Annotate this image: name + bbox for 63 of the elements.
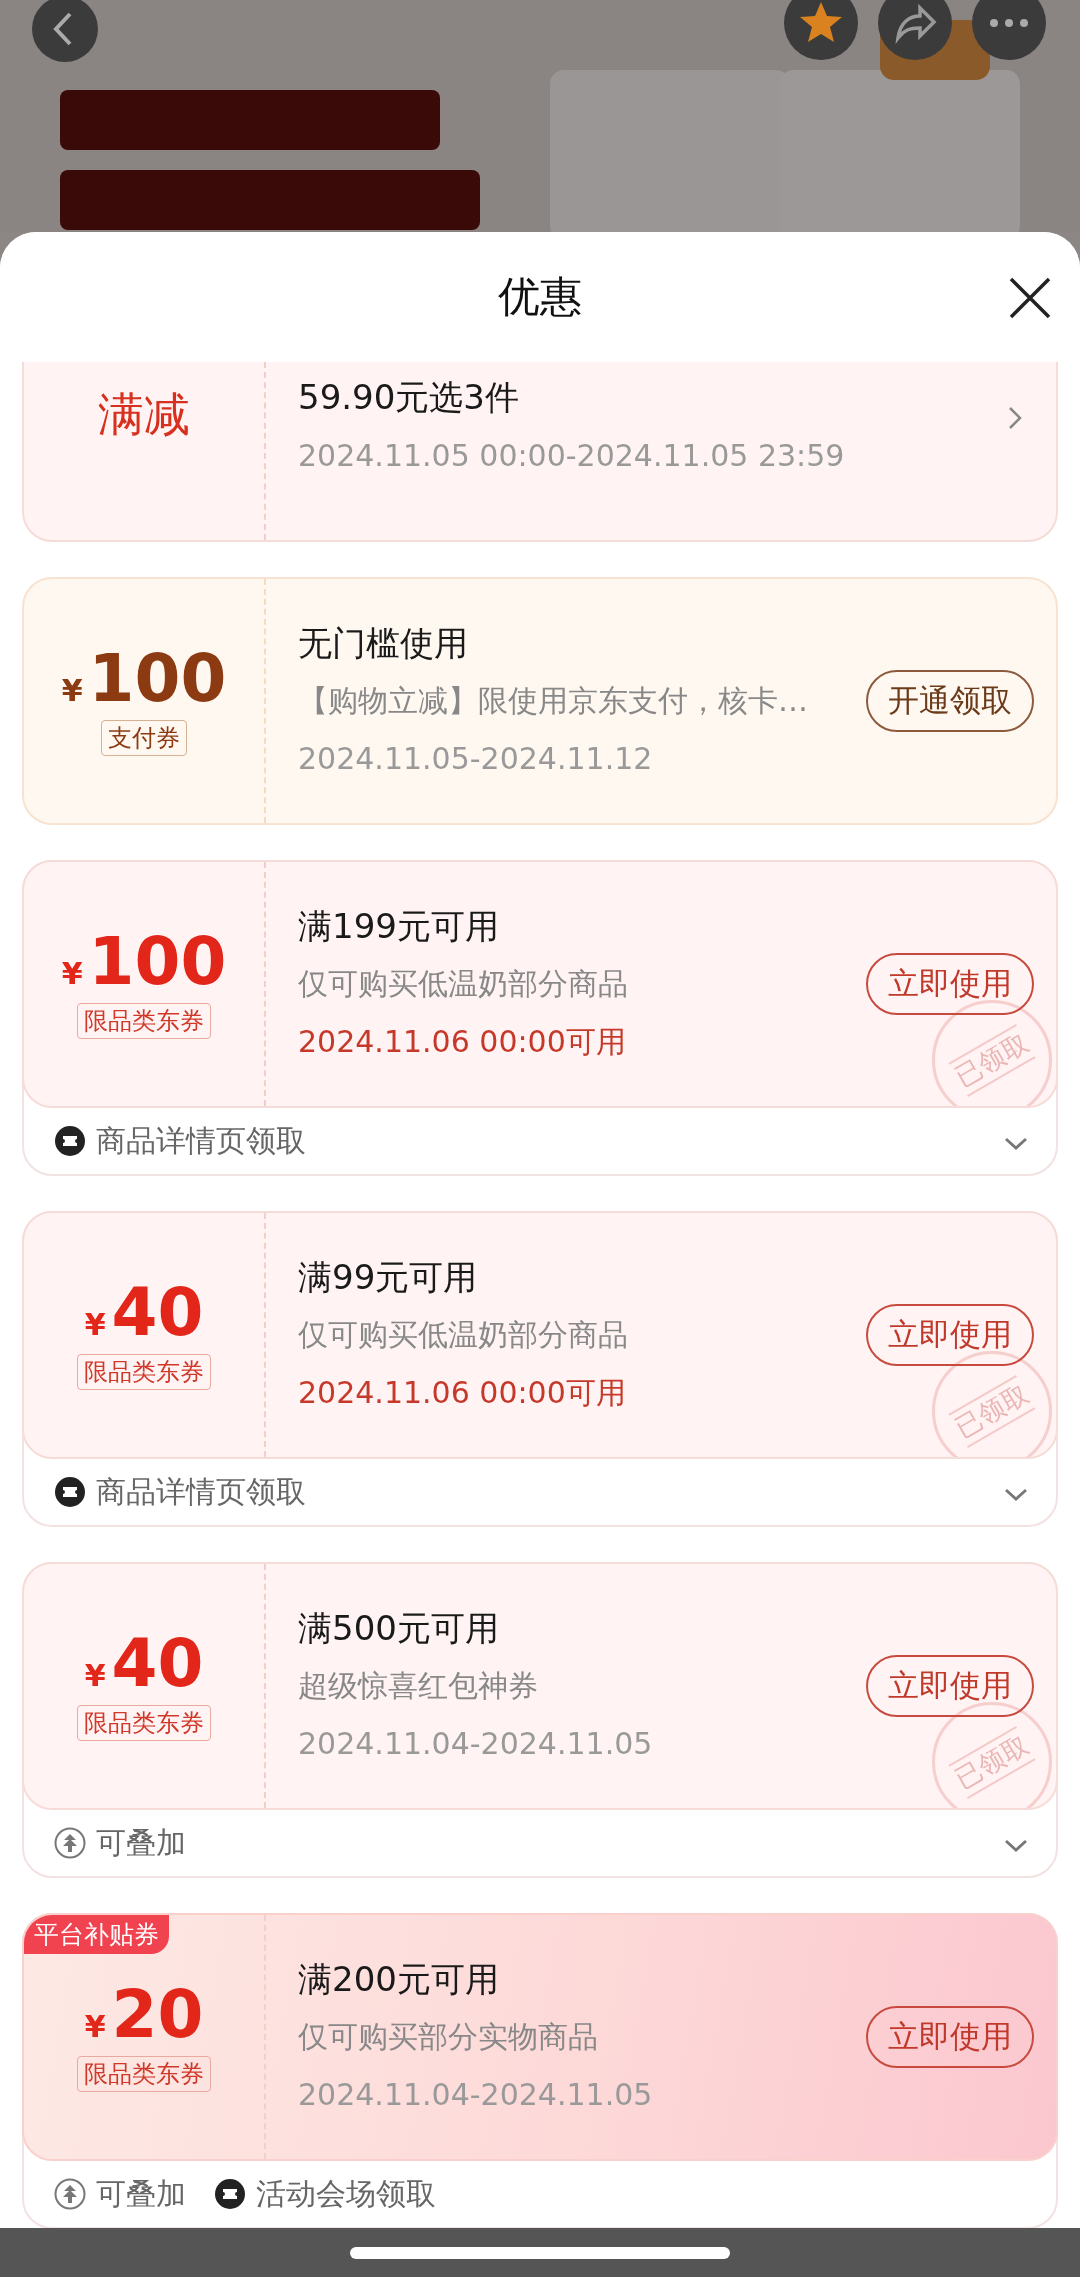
coupon-amount: 40 bbox=[111, 1631, 204, 1697]
ticket-icon bbox=[214, 2178, 246, 2210]
ticket-icon bbox=[54, 1476, 86, 1508]
currency-symbol: ¥ bbox=[84, 2009, 106, 2044]
stack-icon bbox=[54, 2178, 86, 2210]
coupon-description: 仅可购买低温奶部分商品 bbox=[298, 1316, 629, 1354]
back-icon[interactable] bbox=[32, 0, 98, 62]
currency-symbol: ¥ bbox=[61, 956, 83, 991]
coupon-description: 仅可购买部分实物商品 bbox=[298, 2018, 599, 2056]
coupon-title: 满200元可用 bbox=[298, 1958, 500, 2001]
claimed-stamp: 已领取 bbox=[932, 1351, 1052, 1457]
coupon-action-button[interactable]: 立即使用 bbox=[866, 1304, 1034, 1366]
coupon-type-tag: 限品类东券 bbox=[77, 1354, 211, 1390]
claimed-stamp: 已领取 bbox=[932, 1000, 1052, 1106]
chevron-down-icon[interactable] bbox=[1004, 1137, 1028, 1151]
coupon-title: 59.90元选3件 bbox=[298, 376, 520, 419]
footer-label: 可叠加 bbox=[96, 1823, 186, 1862]
validity-date: 2024.11.05 00:00-2024.11.05 23:59 bbox=[298, 437, 846, 475]
coupon-title: 无门槛使用 bbox=[298, 622, 469, 665]
coupon-action-button[interactable]: 立即使用 bbox=[866, 953, 1034, 1015]
coupon-amount: 20 bbox=[111, 1982, 204, 2048]
footer-label: 活动会场领取 bbox=[256, 2174, 436, 2213]
coupon-type-tag: 限品类东券 bbox=[77, 2056, 211, 2092]
validity-date: 2024.11.06 00:00可用 bbox=[298, 1374, 627, 1412]
currency-symbol: ¥ bbox=[84, 1307, 106, 1342]
footer-label: 商品详情页领取 bbox=[96, 1121, 306, 1160]
share-icon[interactable] bbox=[878, 0, 952, 60]
coupon-amount: 40 bbox=[111, 1280, 204, 1346]
validity-date: 2024.11.04-2024.11.05 bbox=[298, 1725, 654, 1763]
coupon-type-tag: 支付券 bbox=[101, 720, 187, 756]
coupon-title: 满500元可用 bbox=[298, 1607, 500, 1650]
currency-symbol: ¥ bbox=[84, 1658, 106, 1693]
footer-label: 可叠加 bbox=[96, 2174, 186, 2213]
coupon-description: 仅可购买低温奶部分商品 bbox=[298, 965, 629, 1003]
home-indicator[interactable] bbox=[350, 2246, 730, 2259]
coupon-action-button[interactable]: 立即使用 bbox=[866, 1655, 1034, 1717]
chevron-down-icon[interactable] bbox=[1004, 1839, 1028, 1853]
coupon-amount: 100 bbox=[88, 929, 227, 995]
discount-label: 满减 bbox=[98, 386, 190, 443]
more-icon[interactable] bbox=[972, 0, 1046, 60]
subsidy-badge: 平台补贴券 bbox=[24, 1915, 169, 1954]
coupon-type-tag: 限品类东券 bbox=[77, 1003, 211, 1039]
coupon-title: 满99元可用 bbox=[298, 1256, 479, 1299]
coupon-description: 超级惊喜红包神券 bbox=[298, 1667, 539, 1705]
coupon-description: 【购物立减】限使用京东支付，核卡… bbox=[298, 682, 809, 720]
footer-label: 商品详情页领取 bbox=[96, 1472, 306, 1511]
chevron-down-icon[interactable] bbox=[1004, 1488, 1028, 1502]
coupon-action-button[interactable]: 开通领取 bbox=[866, 670, 1034, 732]
coupon-title: 满199元可用 bbox=[298, 905, 500, 948]
sheet-title: 优惠 bbox=[498, 271, 582, 323]
coupon-type-tag: 限品类东券 bbox=[77, 1705, 211, 1741]
currency-symbol: ¥ bbox=[61, 673, 83, 708]
coupon-amount: 100 bbox=[88, 646, 227, 712]
validity-date: 2024.11.05-2024.11.12 bbox=[298, 740, 654, 778]
chevron-right-icon[interactable] bbox=[1008, 406, 1022, 430]
claimed-stamp: 已领取 bbox=[932, 1702, 1052, 1808]
close-icon[interactable] bbox=[1008, 276, 1052, 320]
star-icon[interactable] bbox=[784, 0, 858, 60]
validity-date: 2024.11.06 00:00可用 bbox=[298, 1023, 627, 1061]
stack-icon bbox=[54, 1827, 86, 1859]
validity-date: 2024.11.04-2024.11.05 bbox=[298, 2076, 654, 2114]
coupon-action-button[interactable]: 立即使用 bbox=[866, 2006, 1034, 2068]
ticket-icon bbox=[54, 1125, 86, 1157]
